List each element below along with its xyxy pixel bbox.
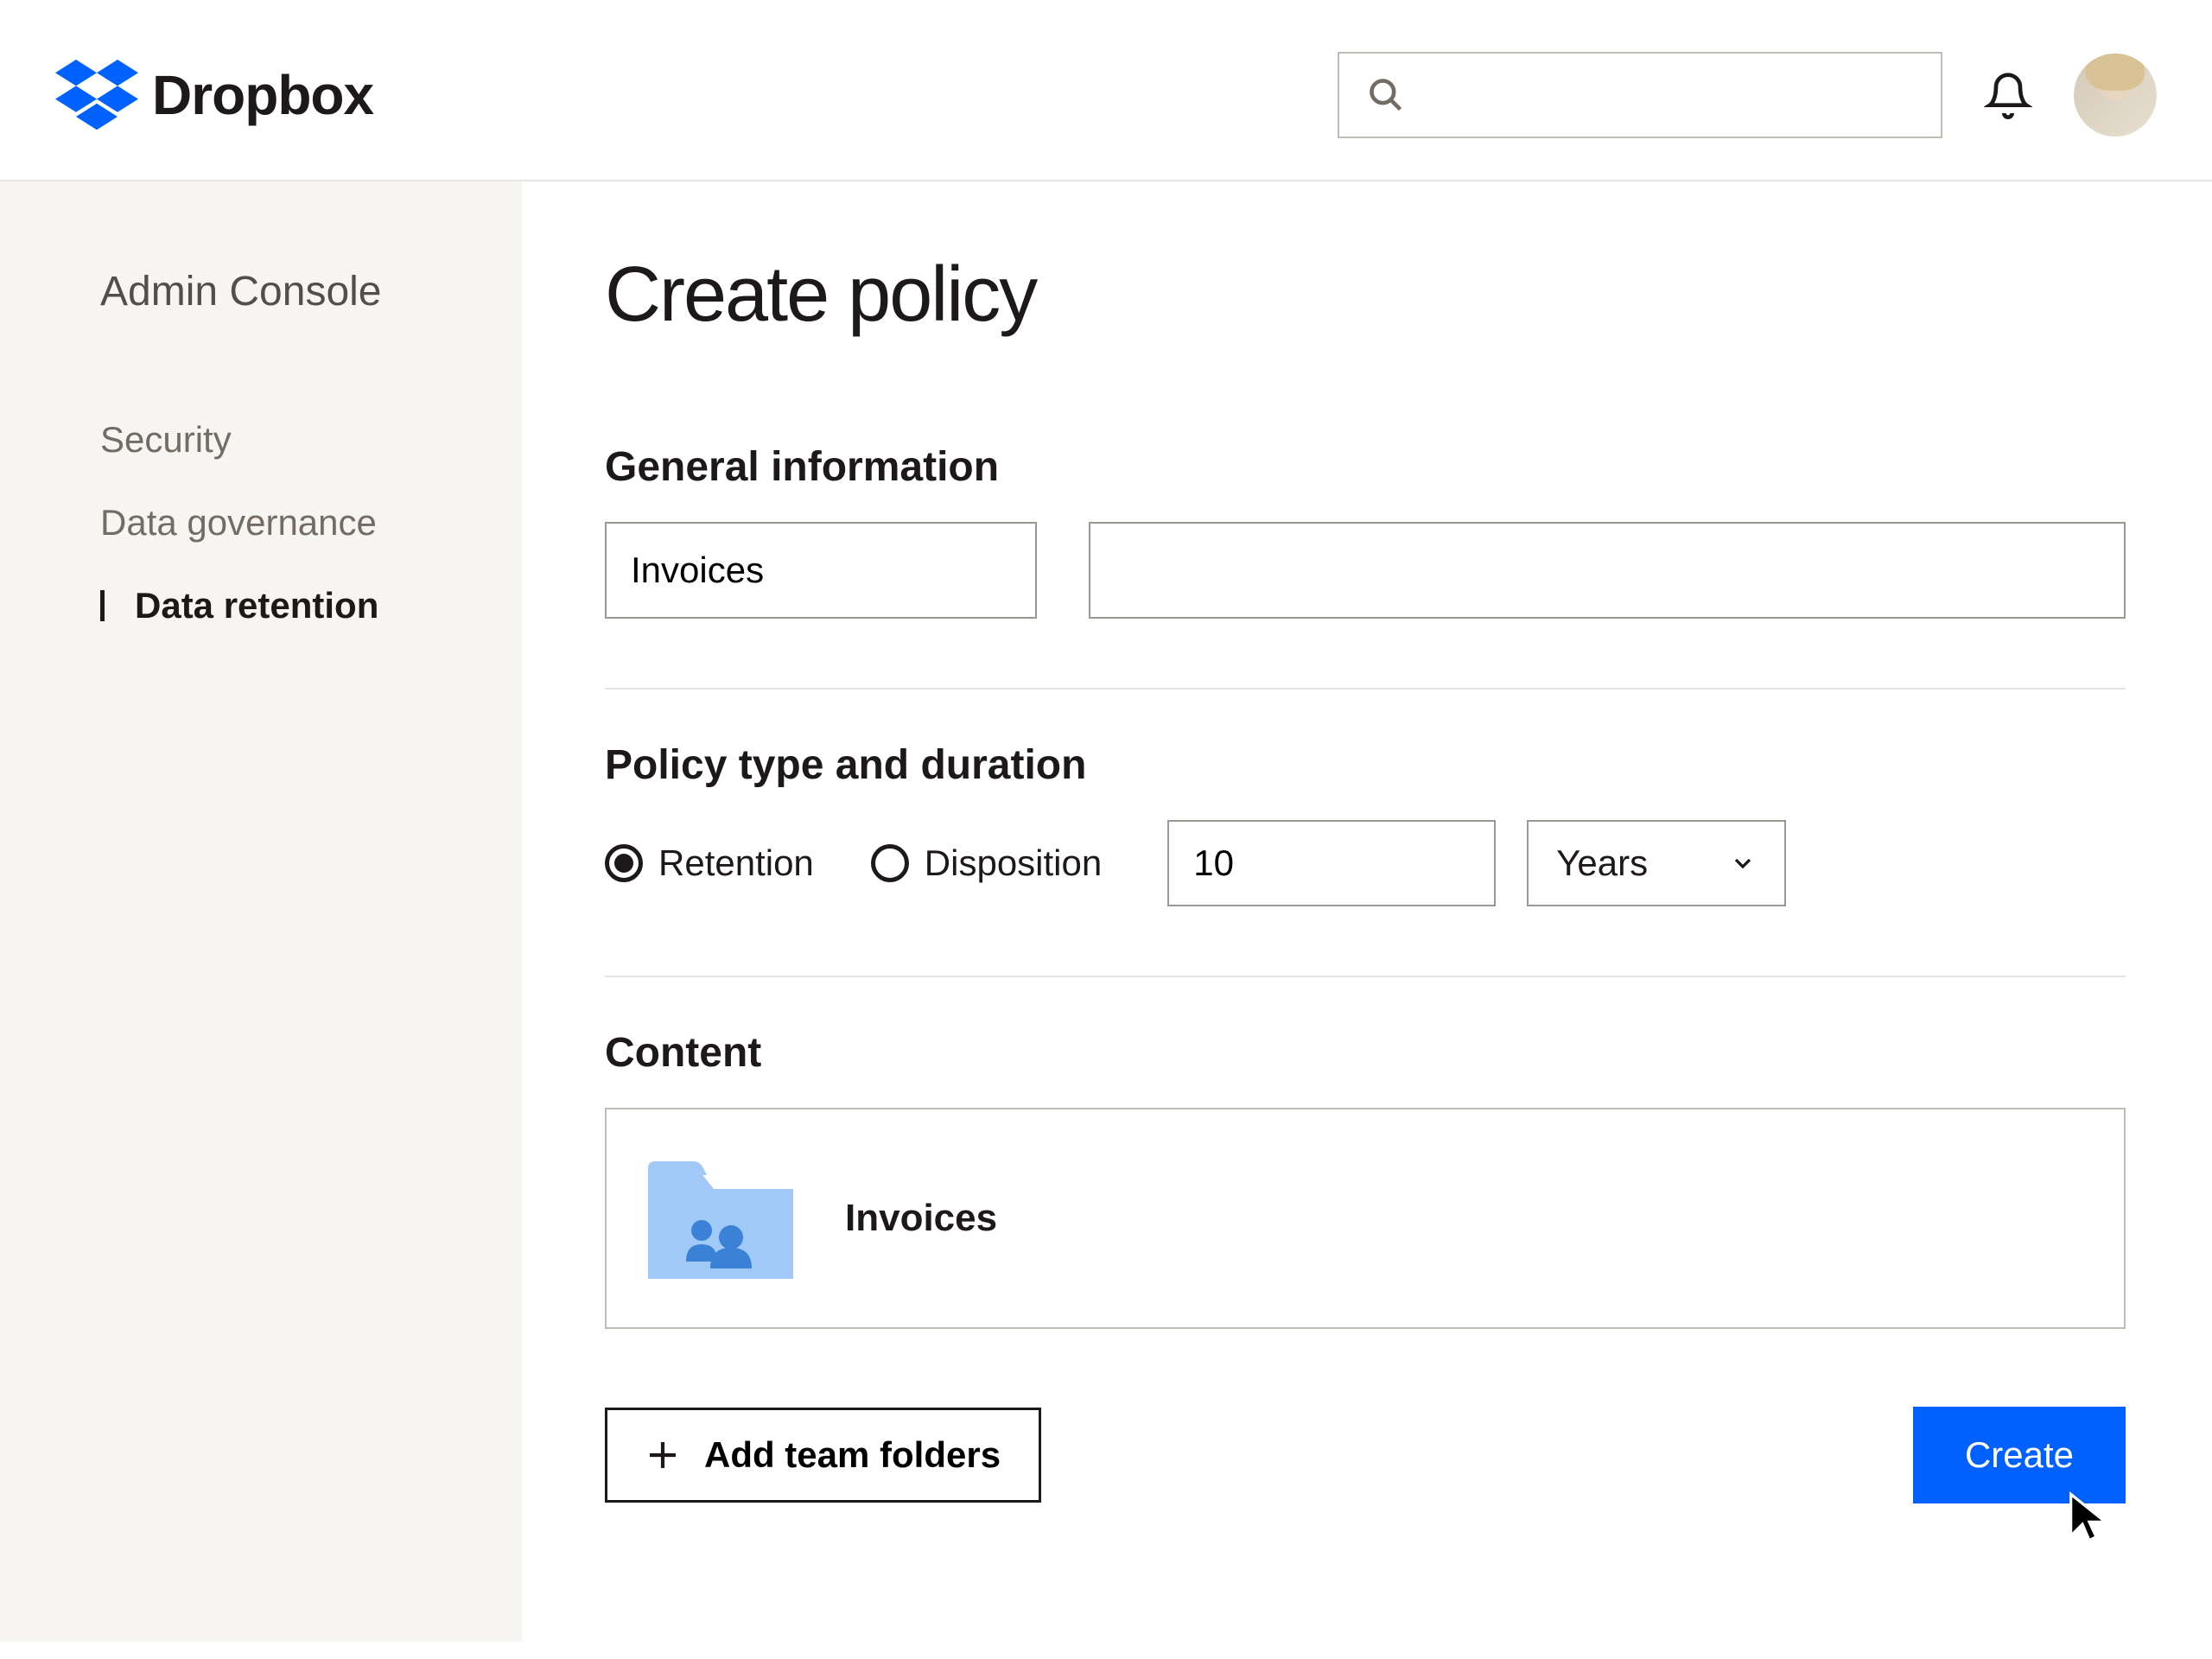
sidebar-item-label: Data retention [135,585,378,626]
section-title-content: Content [605,1029,2126,1077]
sidebar-item-data-governance[interactable]: Data governance [100,502,474,543]
brand-logo[interactable]: Dropbox [55,60,373,130]
section-title-general: General information [605,443,2126,491]
plus-icon [645,1438,680,1472]
bell-icon[interactable] [1984,71,2032,119]
unit-label: Years [1556,842,1648,884]
add-folders-label: Add team folders [704,1434,1001,1476]
section-policy-type: Policy type and duration Retention Dispo… [605,741,2126,977]
sidebar-item-label: Data governance [100,502,377,543]
section-title-policy: Policy type and duration [605,741,2126,789]
main-content: Create policy General information Policy… [522,181,2212,1642]
dropbox-icon [55,60,138,130]
sidebar-title: Admin Console [100,268,474,315]
sidebar-item-security[interactable]: Security [100,419,474,461]
section-general: General information [605,443,2126,690]
sidebar: Admin Console Security Data governance D… [0,181,522,1642]
header-right [1338,52,2157,138]
folder-name: Invoices [845,1197,997,1240]
avatar[interactable] [2074,54,2157,137]
radio-circle-icon [605,844,643,882]
duration-input[interactable] [1167,820,1496,906]
radio-retention[interactable]: Retention [605,842,814,884]
sidebar-item-data-retention[interactable]: Data retention [100,585,474,626]
radio-circle-icon [871,844,909,882]
create-button[interactable]: Create [1913,1407,2126,1503]
page-title: Create policy [605,251,2126,340]
chevron-down-icon [1729,849,1757,877]
sidebar-item-label: Security [100,419,232,461]
radio-disposition[interactable]: Disposition [871,842,1102,884]
cursor-icon [2062,1490,2117,1545]
radio-label: Retention [658,842,814,884]
search-icon [1367,76,1405,114]
search-input[interactable] [1338,52,1942,138]
header: Dropbox [0,0,2212,181]
create-label: Create [1965,1434,2074,1475]
content-folder-row[interactable]: Invoices [605,1108,2126,1329]
duration-unit-select[interactable]: Years [1527,820,1786,906]
brand-name: Dropbox [152,63,373,127]
policy-name-input[interactable] [605,522,1037,619]
policy-description-input[interactable] [1089,522,2126,619]
radio-label: Disposition [925,842,1102,884]
section-content: Content Invoices [605,1029,2126,1503]
add-team-folders-button[interactable]: Add team folders [605,1408,1041,1503]
team-folder-icon [648,1158,793,1279]
